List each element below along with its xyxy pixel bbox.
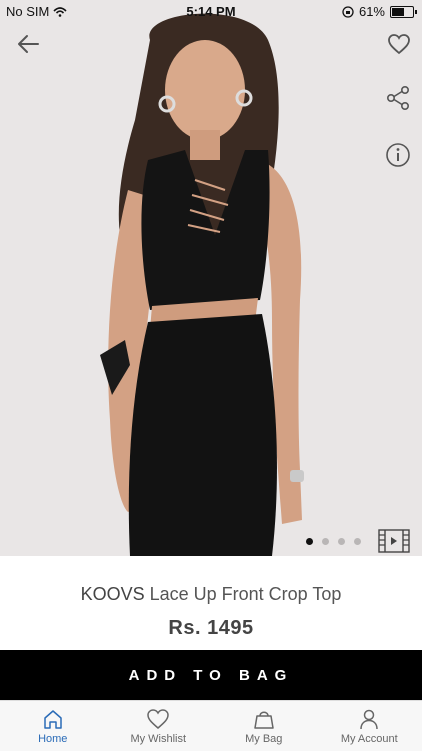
product-title: KOOVS Lace Up Front Crop Top (0, 584, 422, 605)
heart-icon (387, 33, 411, 55)
bag-icon (253, 708, 275, 730)
heart-icon (146, 708, 170, 730)
tab-wishlist[interactable]: My Wishlist (106, 701, 212, 751)
tab-bag[interactable]: My Bag (211, 701, 317, 751)
tab-account[interactable]: My Account (317, 701, 422, 751)
carousel-indicator[interactable] (306, 538, 361, 545)
product-name: Lace Up Front Crop Top (150, 584, 342, 604)
status-bar: No SIM 5:14 PM 61% (0, 0, 422, 22)
carousel-dot[interactable] (322, 538, 329, 545)
carousel-dot[interactable] (306, 538, 313, 545)
add-to-bag-label: ADD TO BAG (129, 667, 294, 684)
video-button[interactable] (378, 528, 410, 554)
battery-percent: 61% (359, 4, 385, 19)
tab-bag-label: My Bag (245, 733, 282, 745)
share-icon (385, 85, 411, 111)
back-button[interactable] (14, 30, 42, 58)
add-to-bag-button[interactable]: ADD TO BAG (0, 650, 422, 700)
film-icon (378, 529, 410, 553)
tab-account-label: My Account (341, 733, 398, 745)
bottom-tab-bar: Home My Wishlist My Bag My Account (0, 700, 422, 751)
product-brand: KOOVS (81, 584, 145, 604)
carousel-dot[interactable] (338, 538, 345, 545)
battery-area: 61% (342, 4, 414, 19)
wishlist-button[interactable] (385, 30, 413, 58)
tab-home[interactable]: Home (0, 701, 106, 751)
product-image[interactable]: No SIM 5:14 PM 61% (0, 0, 422, 556)
share-button[interactable] (384, 84, 412, 112)
product-price: Rs. 1495 (0, 617, 422, 640)
product-info: KOOVS Lace Up Front Crop Top Rs. 1495 (0, 556, 422, 650)
tab-home-label: Home (38, 733, 67, 745)
tab-wishlist-label: My Wishlist (130, 733, 186, 745)
home-icon (42, 708, 64, 730)
battery-icon (390, 6, 414, 18)
carousel-dot[interactable] (354, 538, 361, 545)
info-icon (385, 142, 411, 168)
info-button[interactable] (384, 141, 412, 169)
arrow-left-icon (16, 34, 40, 54)
model-photo (0, 0, 422, 556)
orientation-lock-icon (342, 6, 354, 18)
user-icon (358, 708, 380, 730)
